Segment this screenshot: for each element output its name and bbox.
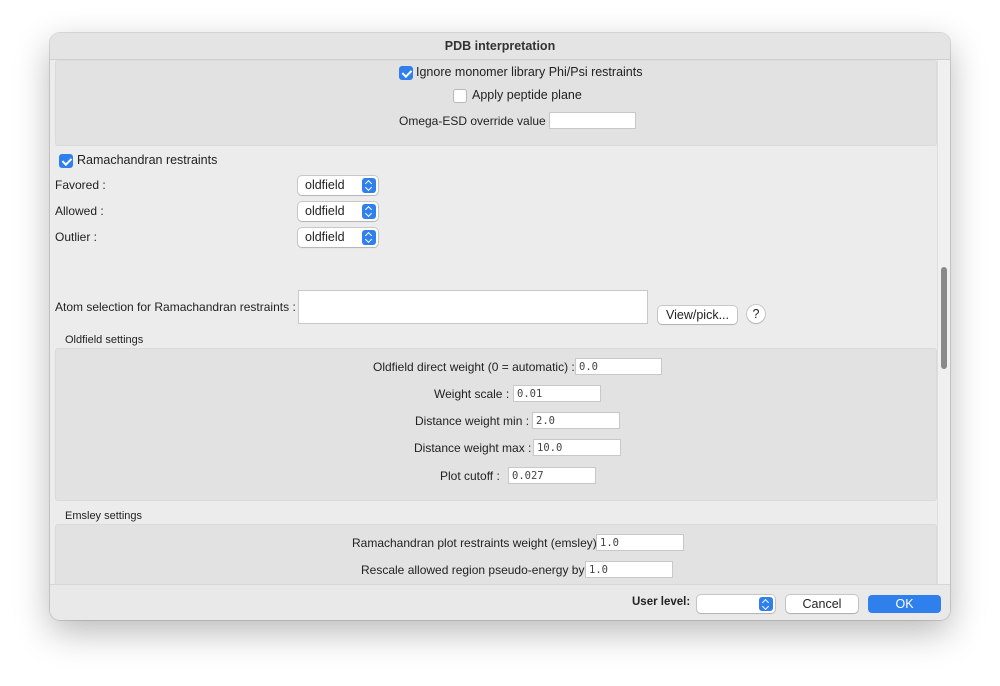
- distance-weight-min-label: Distance weight min :: [415, 414, 530, 428]
- allowed-select[interactable]: oldfield: [298, 202, 378, 221]
- apply-peptide-plane-label: Apply peptide plane: [472, 88, 582, 102]
- outlier-select[interactable]: oldfield: [298, 228, 378, 247]
- user-level-label: User level:: [632, 596, 691, 608]
- apply-peptide-plane-checkbox[interactable]: [453, 89, 467, 103]
- emsley-weight-label: Ramachandran plot restraints weight (ems…: [352, 536, 604, 550]
- weight-scale-input[interactable]: 0.01: [513, 385, 601, 402]
- cancel-button[interactable]: Cancel: [786, 595, 858, 613]
- user-level-select[interactable]: [697, 595, 775, 613]
- view-pick-button[interactable]: View/pick...: [658, 306, 737, 324]
- allowed-select-value: oldfield: [305, 204, 345, 218]
- ignore-phipsi-checkbox[interactable]: [399, 66, 413, 80]
- oldfield-direct-weight-input[interactable]: 0.0: [575, 358, 662, 375]
- ramachandran-checkbox[interactable]: [59, 154, 73, 168]
- allowed-label: Allowed :: [55, 204, 104, 218]
- ignore-phipsi-label: Ignore monomer library Phi/Psi restraint…: [416, 65, 643, 79]
- weight-scale-label: Weight scale :: [434, 387, 510, 401]
- ok-button[interactable]: OK: [868, 595, 941, 613]
- window-title: PDB interpretation: [50, 33, 950, 60]
- ramachandran-label: Ramachandran restraints: [77, 153, 218, 167]
- rescale-pseudo-energy-label: Rescale allowed region pseudo-energy by …: [361, 563, 592, 577]
- help-button[interactable]: ?: [747, 305, 765, 323]
- oldfield-direct-weight-label: Oldfield direct weight (0 = automatic) :: [373, 360, 575, 374]
- outlier-label: Outlier :: [55, 230, 98, 244]
- updown-chevron-icon: [362, 204, 376, 219]
- rescale-pseudo-energy-input[interactable]: 1.0: [585, 561, 673, 578]
- updown-chevron-icon: [759, 597, 773, 611]
- emsley-settings-title: Emsley settings: [65, 510, 143, 522]
- emsley-weight-input[interactable]: 1.0: [596, 534, 684, 551]
- favored-label: Favored :: [55, 178, 106, 192]
- vertical-scroll-thumb[interactable]: [941, 267, 947, 369]
- distance-weight-max-label: Distance weight max :: [414, 441, 532, 455]
- atom-selection-input[interactable]: [298, 290, 648, 324]
- plot-cutoff-label: Plot cutoff :: [440, 469, 500, 483]
- oldfield-settings-title: Oldfield settings: [65, 334, 144, 346]
- plot-cutoff-input[interactable]: 0.027: [508, 467, 596, 484]
- omega-esd-label: Omega-ESD override value :: [399, 114, 553, 128]
- atom-selection-label: Atom selection for Ramachandran restrain…: [55, 300, 296, 314]
- outlier-select-value: oldfield: [305, 230, 345, 244]
- pdb-interpretation-dialog: PDB interpretation Ignore monomer librar…: [50, 33, 950, 620]
- distance-weight-max-input[interactable]: 10.0: [533, 439, 621, 456]
- vertical-scrollbar[interactable]: [937, 60, 950, 597]
- favored-select-value: oldfield: [305, 178, 345, 192]
- omega-esd-input[interactable]: [549, 112, 636, 129]
- updown-chevron-icon: [362, 230, 376, 245]
- dialog-footer: User level: Cancel OK: [50, 584, 950, 620]
- favored-select[interactable]: oldfield: [298, 176, 378, 195]
- scroll-content: Ignore monomer library Phi/Psi restraint…: [50, 60, 937, 597]
- distance-weight-min-input[interactable]: 2.0: [532, 412, 620, 429]
- updown-chevron-icon: [362, 178, 376, 193]
